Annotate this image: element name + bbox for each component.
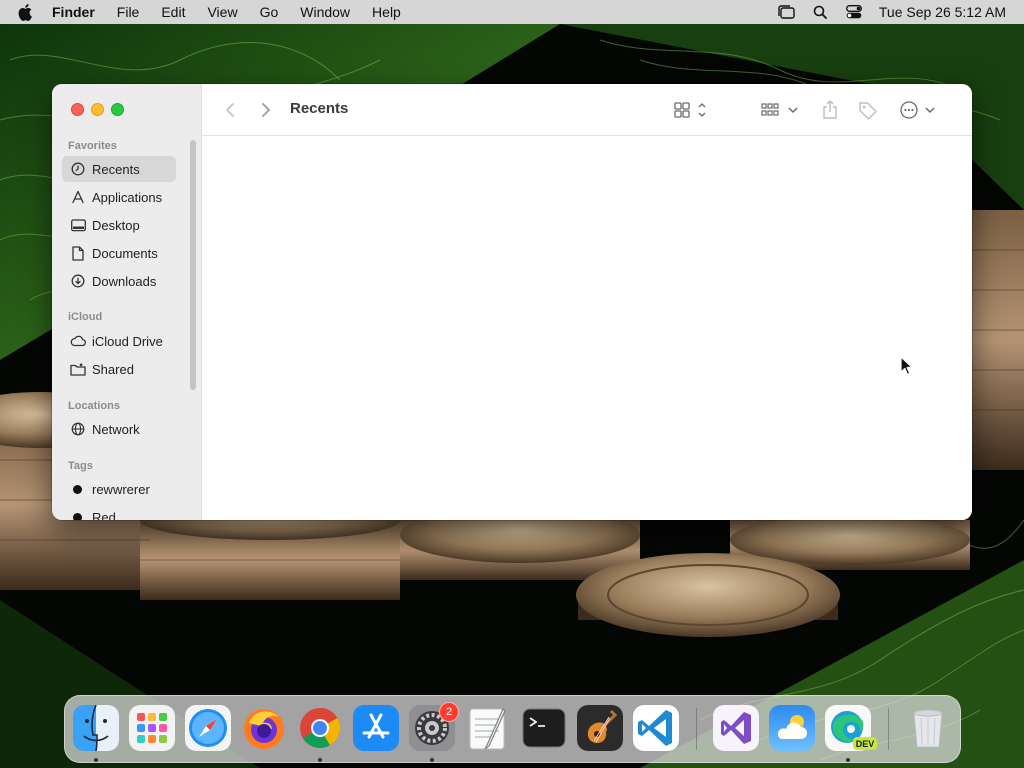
more-actions-button[interactable] xyxy=(898,98,938,122)
dock-vscode-icon[interactable] xyxy=(633,705,679,751)
desktop-icon xyxy=(70,217,86,233)
dock-textedit-icon[interactable] xyxy=(465,705,511,751)
running-indicator xyxy=(846,758,850,762)
tag-color-dot xyxy=(73,512,82,520)
sidebar-item-label: Shared xyxy=(92,361,134,377)
clock-icon xyxy=(70,161,86,177)
dock-safari-icon[interactable] xyxy=(185,705,231,751)
sidebar-item-label: Documents xyxy=(92,245,158,261)
running-indicator xyxy=(94,758,98,762)
menu-go[interactable]: Go xyxy=(249,0,290,24)
document-icon xyxy=(70,245,86,261)
menu-edit[interactable]: Edit xyxy=(150,0,196,24)
sidebar-item-label: Red xyxy=(92,509,116,521)
menu-bar: Finder File Edit View Go Window Help Tue… xyxy=(0,0,1024,24)
sidebar-item-label: Applications xyxy=(92,189,163,205)
sidebar-section-favorites: Favorites xyxy=(68,140,117,152)
dock-app-store-icon[interactable] xyxy=(353,705,399,751)
sidebar-item-label: iCloud Drive xyxy=(92,333,163,349)
sidebar-item-label: Recents xyxy=(92,161,140,177)
sidebar-item-desktop[interactable]: Desktop xyxy=(62,212,176,238)
sidebar-item-documents[interactable]: Documents xyxy=(62,240,176,266)
menu-app-name[interactable]: Finder xyxy=(52,0,106,24)
globe-icon xyxy=(70,421,86,437)
dock: 2 DEV xyxy=(64,695,961,763)
spotlight-search-icon[interactable] xyxy=(803,0,837,24)
file-list-area[interactable] xyxy=(202,136,972,520)
running-indicator xyxy=(318,758,322,762)
dev-channel-label: DEV xyxy=(853,737,877,750)
cloud-icon xyxy=(70,333,86,349)
tag-icon[interactable] xyxy=(856,98,880,122)
dock-separator xyxy=(888,708,889,750)
sidebar-item-network[interactable]: Network xyxy=(62,416,176,442)
applications-icon xyxy=(70,189,86,205)
menu-view[interactable]: View xyxy=(196,0,248,24)
dock-trash-icon[interactable] xyxy=(905,705,951,751)
view-mode-button[interactable] xyxy=(672,98,712,122)
sidebar-item-label: rewwrerer xyxy=(92,481,150,497)
sidebar-item-applications[interactable]: Applications xyxy=(62,184,176,210)
control-center-icon[interactable] xyxy=(837,0,871,24)
sidebar-section-tags: Tags xyxy=(68,460,93,472)
apple-menu-icon[interactable] xyxy=(18,0,38,24)
menu-clock[interactable]: Tue Sep 26 5:12 AM xyxy=(871,0,1024,24)
download-icon xyxy=(70,273,86,289)
minimize-window-button[interactable] xyxy=(91,103,104,116)
menu-window[interactable]: Window xyxy=(289,0,361,24)
sidebar-item-icloud-drive[interactable]: iCloud Drive xyxy=(62,328,176,354)
menu-file[interactable]: File xyxy=(106,0,151,24)
dock-garageband-icon[interactable] xyxy=(577,705,623,751)
sidebar-item-label: Downloads xyxy=(92,273,157,289)
dock-visual-studio-icon[interactable] xyxy=(713,705,759,751)
back-button[interactable] xyxy=(220,98,240,122)
maximize-window-button[interactable] xyxy=(111,103,124,116)
sidebar-item-recents[interactable]: Recents xyxy=(62,156,176,182)
forward-button[interactable] xyxy=(256,98,276,122)
finder-toolbar: Recents xyxy=(202,84,972,136)
sidebar-item-shared[interactable]: Shared xyxy=(62,356,176,382)
sidebar-section-locations: Locations xyxy=(68,400,120,412)
dock-launchpad-icon[interactable] xyxy=(129,705,175,751)
sidebar-scrollbar[interactable] xyxy=(190,140,196,390)
sidebar-tag-red[interactable]: Red xyxy=(62,504,176,520)
dock-firefox-icon[interactable] xyxy=(241,705,287,751)
mouse-cursor-icon xyxy=(900,356,913,375)
window-title: Recents xyxy=(290,100,349,117)
close-window-button[interactable] xyxy=(71,103,84,116)
sidebar-tag-rewwrerer[interactable]: rewwrerer xyxy=(62,476,176,502)
stage-manager-icon[interactable] xyxy=(769,0,803,24)
dock-chrome-icon[interactable] xyxy=(297,705,343,751)
sidebar-section-icloud: iCloud xyxy=(68,311,103,323)
sidebar-item-label: Desktop xyxy=(92,217,140,233)
sidebar-item-downloads[interactable]: Downloads xyxy=(62,268,176,294)
notification-badge: 2 xyxy=(439,702,459,722)
tag-color-dot xyxy=(73,484,82,494)
sidebar-item-label: Network xyxy=(92,421,140,437)
dock-terminal-icon[interactable] xyxy=(521,705,567,751)
running-indicator xyxy=(430,758,434,762)
finder-window: Favorites Recents Applications Desktop D… xyxy=(52,84,972,520)
dock-separator xyxy=(696,708,697,750)
shared-folder-icon xyxy=(70,361,86,377)
dock-weather-icon[interactable] xyxy=(769,705,815,751)
group-by-button[interactable] xyxy=(760,98,800,122)
finder-sidebar: Favorites Recents Applications Desktop D… xyxy=(52,84,202,520)
share-button[interactable] xyxy=(818,98,842,122)
dock-finder-icon[interactable] xyxy=(73,705,119,751)
menu-help[interactable]: Help xyxy=(361,0,412,24)
